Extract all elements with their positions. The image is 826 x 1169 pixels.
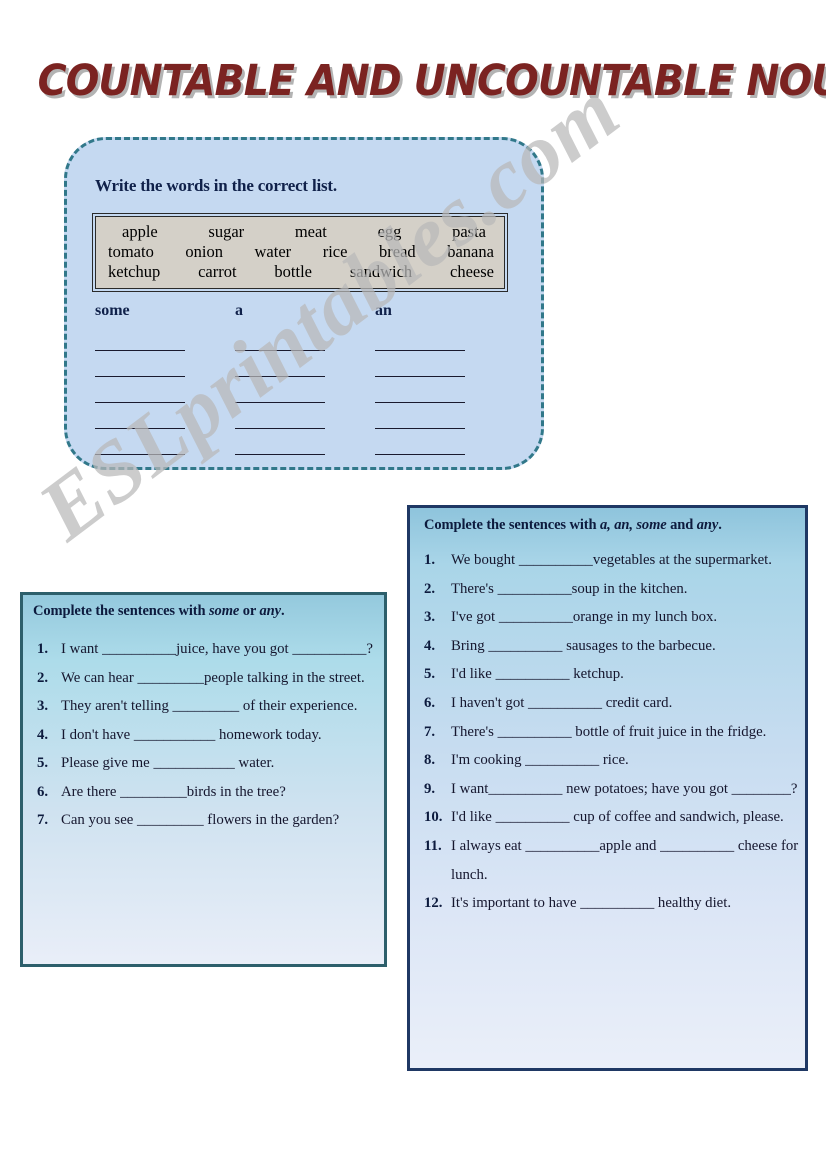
answer-blank-line[interactable] bbox=[95, 358, 185, 377]
exercise-3-list: We bought __________vegetables at the su… bbox=[424, 546, 823, 918]
list-item[interactable]: I haven't got __________ credit card. bbox=[424, 689, 823, 718]
word-bank-word: sandwich bbox=[349, 262, 413, 281]
sorting-column-an: an bbox=[375, 302, 515, 462]
instruction-keyword: some bbox=[209, 603, 240, 619]
instruction-keyword: any bbox=[696, 517, 719, 533]
word-bank-word: bottle bbox=[274, 262, 312, 281]
word-bank-word: onion bbox=[185, 242, 223, 261]
word-bank-word: rice bbox=[322, 242, 348, 261]
word-bank-word: sugar bbox=[208, 222, 245, 241]
instruction-suffix: . bbox=[718, 517, 722, 533]
column-header: a bbox=[235, 302, 243, 319]
list-item[interactable]: They aren't telling _________ of their e… bbox=[37, 692, 399, 721]
exercise-2-list: I want __________juice, have you got ___… bbox=[35, 635, 399, 835]
answer-blank-line[interactable] bbox=[95, 410, 185, 429]
answer-blank-line[interactable] bbox=[235, 332, 325, 351]
list-item[interactable]: Are there _________birds in the tree? bbox=[37, 778, 399, 807]
list-item[interactable]: Bring __________ sausages to the barbecu… bbox=[424, 632, 823, 661]
instruction-keyword: a, an, some bbox=[600, 517, 667, 533]
list-item[interactable]: There's __________soup in the kitchen. bbox=[424, 575, 823, 604]
instruction-mid: or bbox=[239, 603, 260, 619]
list-item[interactable]: I'd like __________ cup of coffee and sa… bbox=[424, 803, 823, 832]
answer-blank-line[interactable] bbox=[235, 410, 325, 429]
list-item[interactable]: I don't have ___________ homework today. bbox=[37, 721, 399, 750]
list-item[interactable]: I'd like __________ ketchup. bbox=[424, 660, 823, 689]
answer-blank-line[interactable] bbox=[375, 436, 465, 455]
exercise-2-instruction: Complete the sentences with some or any. bbox=[33, 603, 285, 620]
list-item[interactable]: Please give me ___________ water. bbox=[37, 749, 399, 778]
list-item[interactable]: I want__________ new potatoes; have you … bbox=[424, 775, 823, 804]
exercise-2-panel: Complete the sentences with some or any.… bbox=[20, 592, 387, 967]
list-item[interactable]: There's __________ bottle of fruit juice… bbox=[424, 718, 823, 747]
answer-blank-line[interactable] bbox=[95, 332, 185, 351]
word-bank-word: water bbox=[254, 242, 292, 261]
answer-blank-line[interactable] bbox=[95, 436, 185, 455]
word-bank-word: apple bbox=[122, 222, 158, 241]
answer-blank-line[interactable] bbox=[375, 410, 465, 429]
list-item[interactable]: It's important to have __________ health… bbox=[424, 889, 823, 918]
exercise-1-panel: Write the words in the correct list. app… bbox=[64, 137, 544, 470]
word-bank-word: tomato bbox=[108, 242, 154, 261]
word-bank-row: tomato onion water rice bread banana bbox=[104, 242, 496, 262]
answer-blank-line[interactable] bbox=[235, 384, 325, 403]
sorting-column-some: some bbox=[95, 302, 235, 462]
word-bank-word: pasta bbox=[452, 222, 486, 241]
instruction-prefix: Complete the sentences with bbox=[33, 603, 210, 619]
page-title: COUNTABLE AND UNCOUNTABLE NOUNS bbox=[0, 56, 826, 106]
list-item[interactable]: Can you see _________ flowers in the gar… bbox=[37, 806, 399, 835]
answer-blank-line[interactable] bbox=[95, 384, 185, 403]
list-item[interactable]: I'm cooking __________ rice. bbox=[424, 746, 823, 775]
exercise-3-panel: Complete the sentences with a, an, some … bbox=[407, 505, 808, 1071]
sorting-column-a: a bbox=[235, 302, 375, 462]
instruction-prefix: Complete the sentences with bbox=[424, 517, 601, 533]
word-bank-row: apple sugar meat egg pasta bbox=[104, 222, 496, 242]
word-bank-word: bread bbox=[379, 242, 416, 261]
instruction-keyword: any bbox=[259, 603, 282, 619]
word-bank-word: egg bbox=[377, 222, 402, 241]
instruction-mid: and bbox=[666, 517, 697, 533]
word-bank-row: ketchup carrot bottle sandwich cheese bbox=[104, 262, 496, 282]
list-item[interactable]: I want __________juice, have you got ___… bbox=[37, 635, 399, 664]
exercise-1-instruction: Write the words in the correct list. bbox=[95, 176, 337, 195]
answer-blank-line[interactable] bbox=[235, 358, 325, 377]
column-header: an bbox=[375, 302, 392, 319]
answer-blank-line[interactable] bbox=[375, 332, 465, 351]
answer-blank-line[interactable] bbox=[375, 358, 465, 377]
page-title-text: COUNTABLE AND UNCOUNTABLE NOUNS bbox=[37, 56, 826, 106]
word-bank-word: ketchup bbox=[108, 262, 161, 281]
instruction-suffix: . bbox=[280, 603, 285, 619]
word-bank: apple sugar meat egg pasta tomato onion … bbox=[92, 213, 508, 292]
list-item[interactable]: We can hear _________people talking in t… bbox=[37, 664, 399, 693]
word-bank-word: cheese bbox=[450, 262, 494, 281]
list-item[interactable]: I've got __________orange in my lunch bo… bbox=[424, 603, 823, 632]
word-bank-word: banana bbox=[447, 242, 494, 261]
list-item[interactable]: I always eat __________apple and _______… bbox=[424, 832, 823, 889]
word-bank-word: carrot bbox=[198, 262, 237, 281]
sorting-columns: some a an bbox=[95, 302, 515, 462]
answer-blank-line[interactable] bbox=[235, 436, 325, 455]
exercise-3-instruction: Complete the sentences with a, an, some … bbox=[424, 517, 722, 534]
list-item[interactable]: We bought __________vegetables at the su… bbox=[424, 546, 823, 575]
word-bank-word: meat bbox=[294, 222, 327, 241]
answer-blank-line[interactable] bbox=[375, 384, 465, 403]
column-header: some bbox=[95, 302, 130, 319]
